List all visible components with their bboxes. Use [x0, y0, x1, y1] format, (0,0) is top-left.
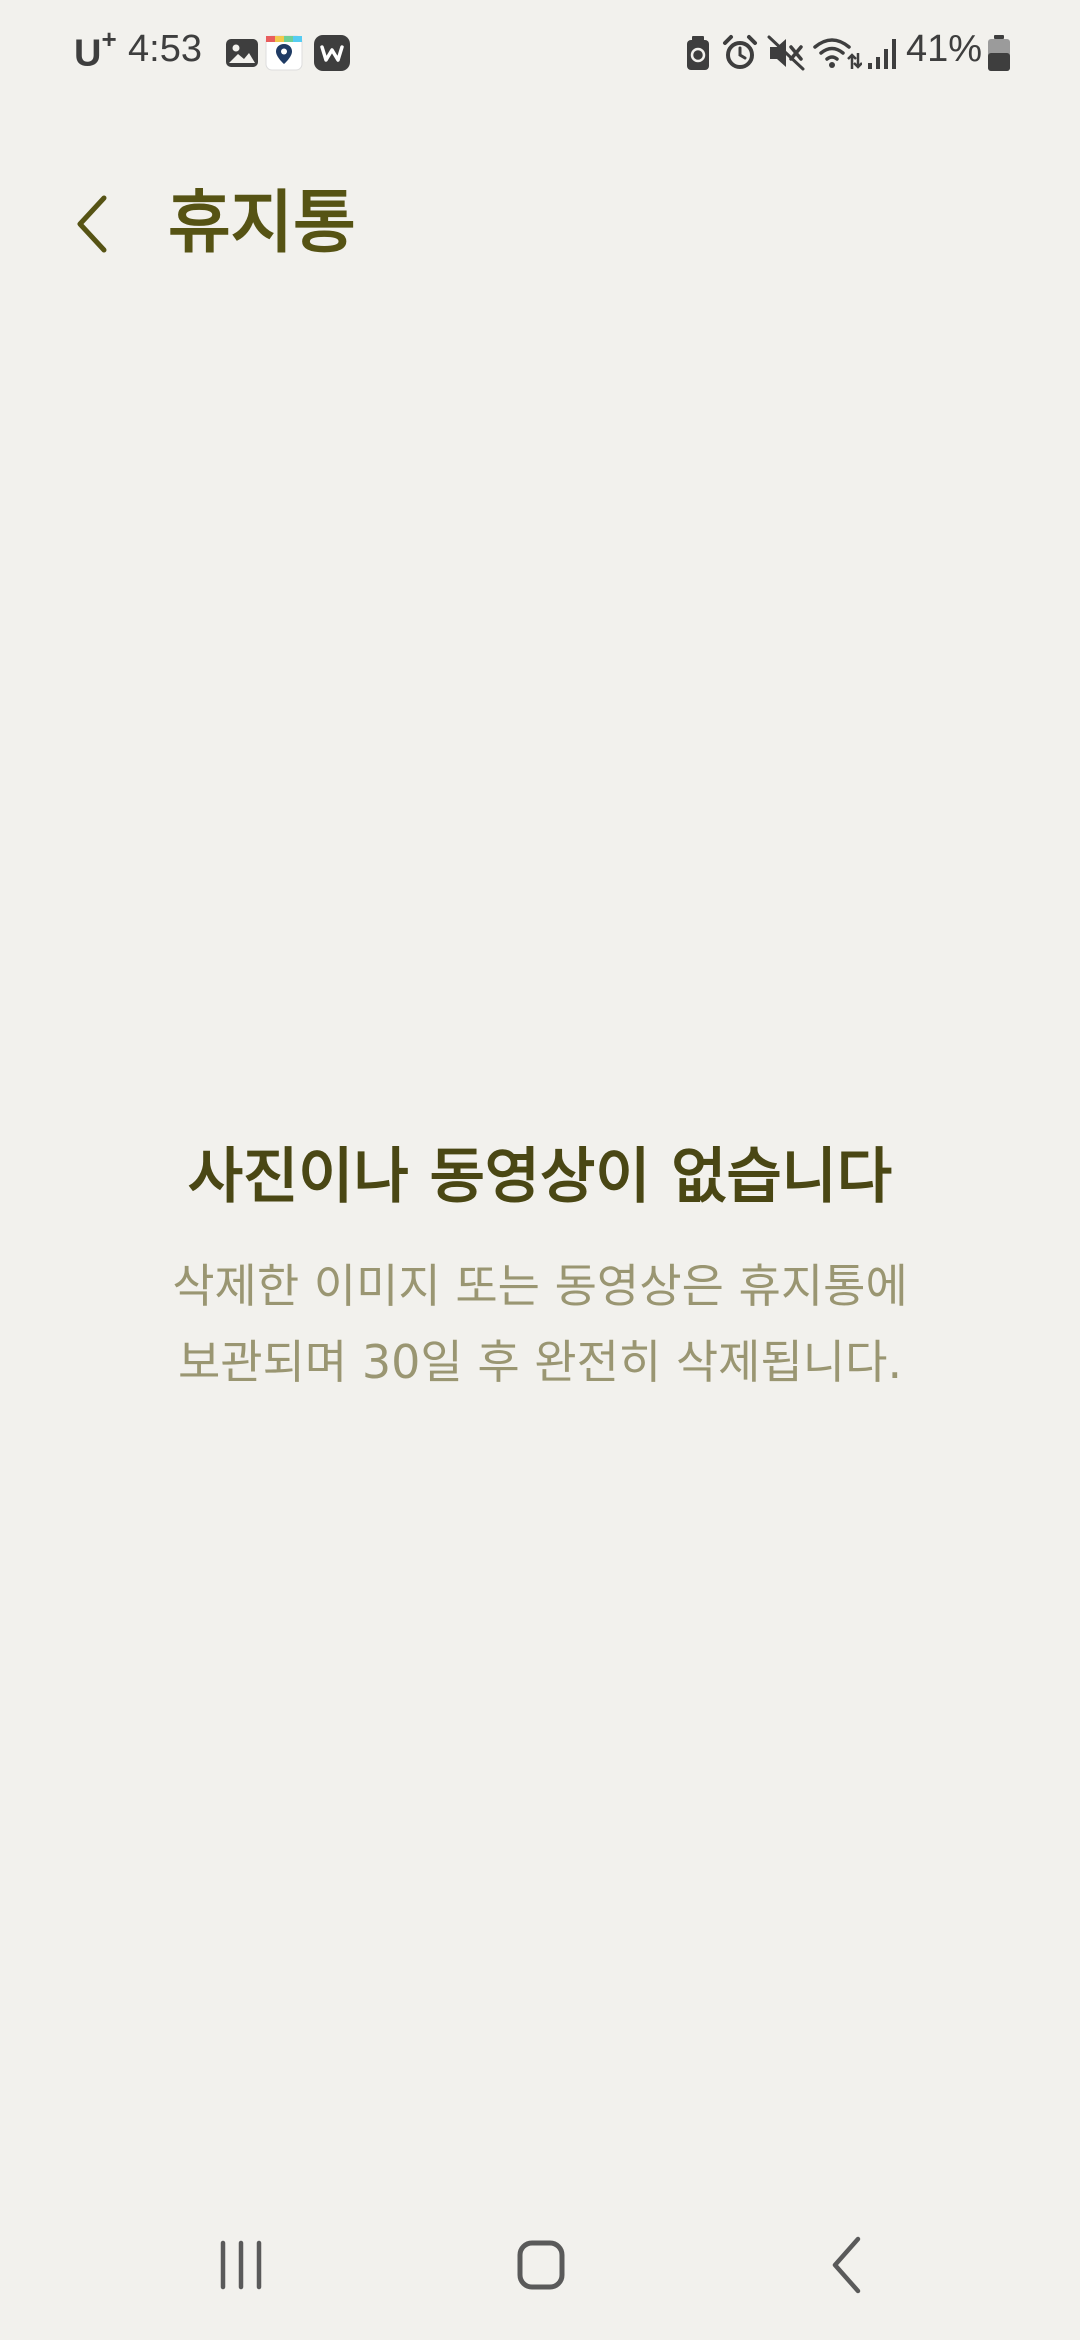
- gallery-icon: [226, 39, 258, 67]
- recent-apps-button[interactable]: [196, 2225, 286, 2305]
- battery-saver-icon: [687, 36, 709, 70]
- mute-icon: [767, 35, 805, 71]
- page-title: 휴지통: [168, 184, 356, 263]
- chevron-left-icon: [77, 195, 107, 253]
- map-pin-app-icon: [265, 35, 303, 71]
- empty-state-description: 삭제한 이미지 또는 동영상은 휴지통에 보관되며 30일 후 완전히 삭제됩니…: [90, 1248, 990, 1400]
- home-button[interactable]: [496, 2225, 586, 2305]
- carrier-label: U+: [74, 24, 117, 75]
- status-bar: U+ 4:53 41%: [0, 0, 1080, 105]
- home-icon: [517, 2240, 565, 2290]
- nav-back-button[interactable]: [800, 2225, 890, 2305]
- status-time: 4:53: [128, 28, 202, 70]
- signal-icon: [868, 39, 896, 69]
- empty-state-description-line: 보관되며 30일 후 완전히 삭제됩니다.: [177, 1335, 903, 1389]
- recent-apps-icon: [220, 2240, 262, 2290]
- back-button[interactable]: [62, 188, 122, 260]
- battery-icon: [988, 35, 1010, 71]
- nav-back-icon: [832, 2236, 861, 2294]
- wifi-icon: [813, 38, 862, 69]
- alarm-icon: [723, 35, 757, 69]
- empty-state-description-line: 삭제한 이미지 또는 동영상은 휴지통에: [172, 1259, 908, 1313]
- w-app-icon: [314, 35, 350, 71]
- empty-state-title: 사진이나 동영상이 없습니다: [187, 1142, 893, 1212]
- battery-percent: 41%: [906, 28, 983, 70]
